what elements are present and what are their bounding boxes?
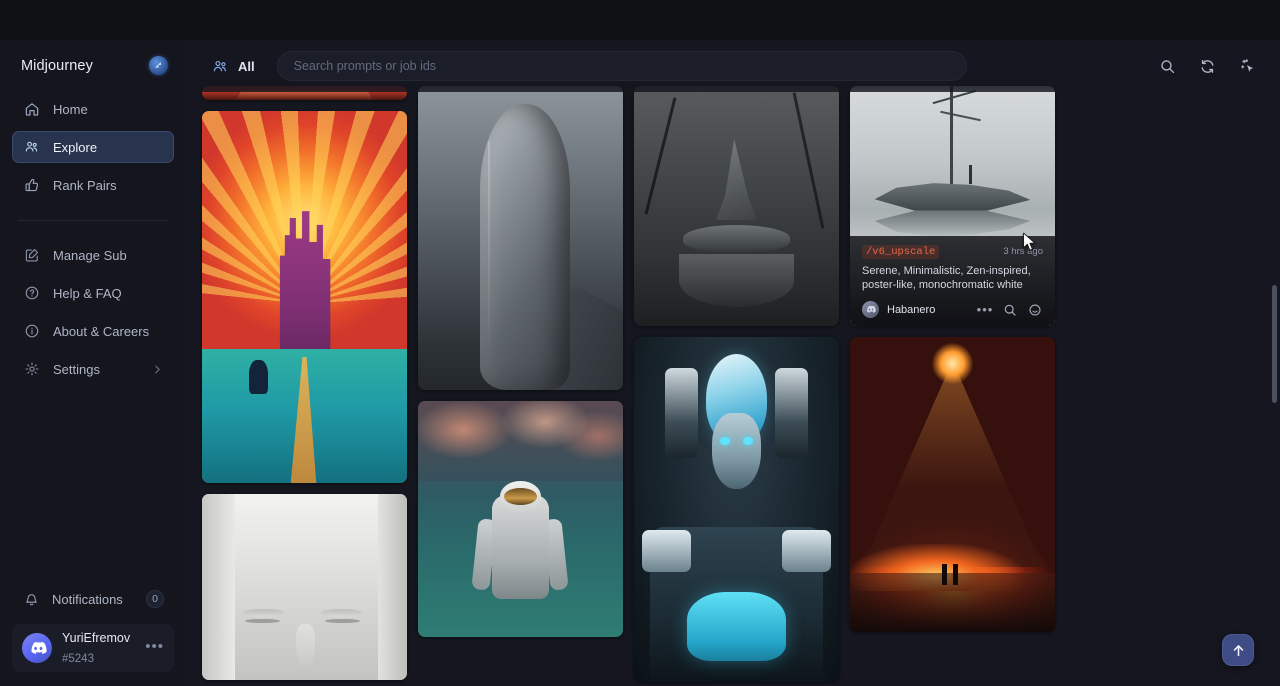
ellipsis-icon[interactable]: ••• [145,639,164,658]
search-icon[interactable] [1152,51,1182,81]
gallery-card[interactable] [202,494,407,680]
scroll-to-top-button[interactable] [1222,634,1254,666]
grid-column [418,86,623,637]
sidebar: Midjourney Home [0,40,186,686]
gallery-card[interactable] [202,111,407,483]
user-meta: YuriEfremov #5243 [62,628,135,668]
midjourney-app-window: Midjourney Home [0,0,1280,686]
artwork-cyber-android [634,337,839,682]
explore-people-icon [212,58,229,75]
author-name[interactable]: Habanero [887,304,969,316]
gallery-card[interactable] [634,86,839,326]
card-hover-overlay: /v6_upscale 3 hrs ago Serene, Minimalist… [850,236,1055,326]
author-avatar [862,301,879,318]
info-circle-icon [23,322,41,340]
sidebar-item-label: About & Careers [53,325,163,338]
sailboat-badge-icon[interactable] [149,56,168,75]
brand-header: Midjourney [0,40,186,89]
topbar: All [186,40,1280,92]
edit-square-icon [23,246,41,264]
reaction-smiley-icon[interactable] [1027,302,1043,318]
artwork-castle-sunset [202,111,407,483]
scrollbar-thumb[interactable] [1272,285,1277,403]
nav-primary: Home Explore [0,89,186,207]
explore-people-icon [23,138,41,156]
sidebar-item-label: Explore [53,141,163,154]
user-card[interactable]: YuriEfremov #5243 ••• [12,624,174,672]
search-input[interactable] [294,59,950,73]
home-icon [23,100,41,118]
notifications-count-badge: 0 [146,590,164,608]
artwork-burning-pyramid [850,337,1055,632]
sidebar-item-label: Home [53,103,163,116]
gallery-card[interactable] [418,86,623,390]
search-box[interactable] [277,51,967,81]
job-prompt-text: Serene, Minimalistic, Zen-inspired, post… [862,264,1043,293]
sidebar-item-help-faq[interactable]: Help & FAQ [12,277,174,309]
bell-icon [22,590,40,608]
gear-icon [23,360,41,378]
grid-column [202,86,407,680]
gallery-card[interactable] [634,337,839,682]
grid-column [634,86,839,682]
sidebar-item-about-careers[interactable]: About & Careers [12,315,174,347]
sidebar-item-settings[interactable]: Settings [12,353,174,385]
artwork-stone-face [634,86,839,326]
question-circle-icon [23,284,41,302]
zoom-search-icon[interactable] [1002,302,1018,318]
sidebar-item-explore[interactable]: Explore [12,131,174,163]
filter-all-button[interactable]: All [204,54,263,79]
sidebar-divider [18,220,168,221]
notifications-row[interactable]: Notifications 0 [12,584,174,614]
artwork-marble-face [202,494,407,680]
filter-label: All [238,59,255,74]
gallery-card[interactable] [418,401,623,637]
overlay-header: /v6_upscale 3 hrs ago [862,245,1043,259]
page-scrollbar[interactable] [1270,40,1280,686]
brand-title: Midjourney [21,58,93,74]
sidebar-item-label: Settings [53,363,140,376]
topbar-actions [1152,51,1262,81]
refresh-icon[interactable] [1192,51,1222,81]
image-masonry-grid: /v6_upscale 3 hrs ago Serene, Minimalist… [186,40,1280,686]
window-chrome-strip [0,0,1280,40]
overlay-footer: Habanero ••• [862,301,1043,318]
sparkle-cursor-icon[interactable] [1232,51,1262,81]
sidebar-item-rank-pairs[interactable]: Rank Pairs [12,169,174,201]
sidebar-item-label: Manage Sub [53,249,163,262]
sidebar-item-manage-sub[interactable]: Manage Sub [12,239,174,271]
sidebar-item-home[interactable]: Home [12,93,174,125]
job-timestamp: 3 hrs ago [1003,246,1043,257]
gallery-card[interactable] [850,337,1055,632]
sidebar-item-label: Rank Pairs [53,179,163,192]
notifications-label: Notifications [52,592,134,607]
user-name: YuriEfremov [62,631,130,645]
thumbs-up-icon [23,176,41,194]
discord-avatar-icon [22,633,52,663]
main-content: /v6_upscale 3 hrs ago Serene, Minimalist… [186,40,1280,686]
job-command-tag[interactable]: /v6_upscale [862,245,939,259]
user-tag: #5243 [62,653,94,665]
grid-column: /v6_upscale 3 hrs ago Serene, Minimalist… [850,86,1055,632]
sidebar-spacer [0,391,186,584]
gallery-card-hovered[interactable]: /v6_upscale 3 hrs ago Serene, Minimalist… [850,86,1055,326]
artwork-underwater-astronaut [418,401,623,637]
artwork-shrouded-figure [418,86,623,390]
sidebar-item-label: Help & FAQ [53,287,163,300]
chevron-right-icon [152,364,163,375]
nav-secondary: Manage Sub Help & FAQ [0,235,186,391]
overlay-actions: ••• [977,302,1043,318]
ellipsis-icon[interactable]: ••• [977,302,993,318]
